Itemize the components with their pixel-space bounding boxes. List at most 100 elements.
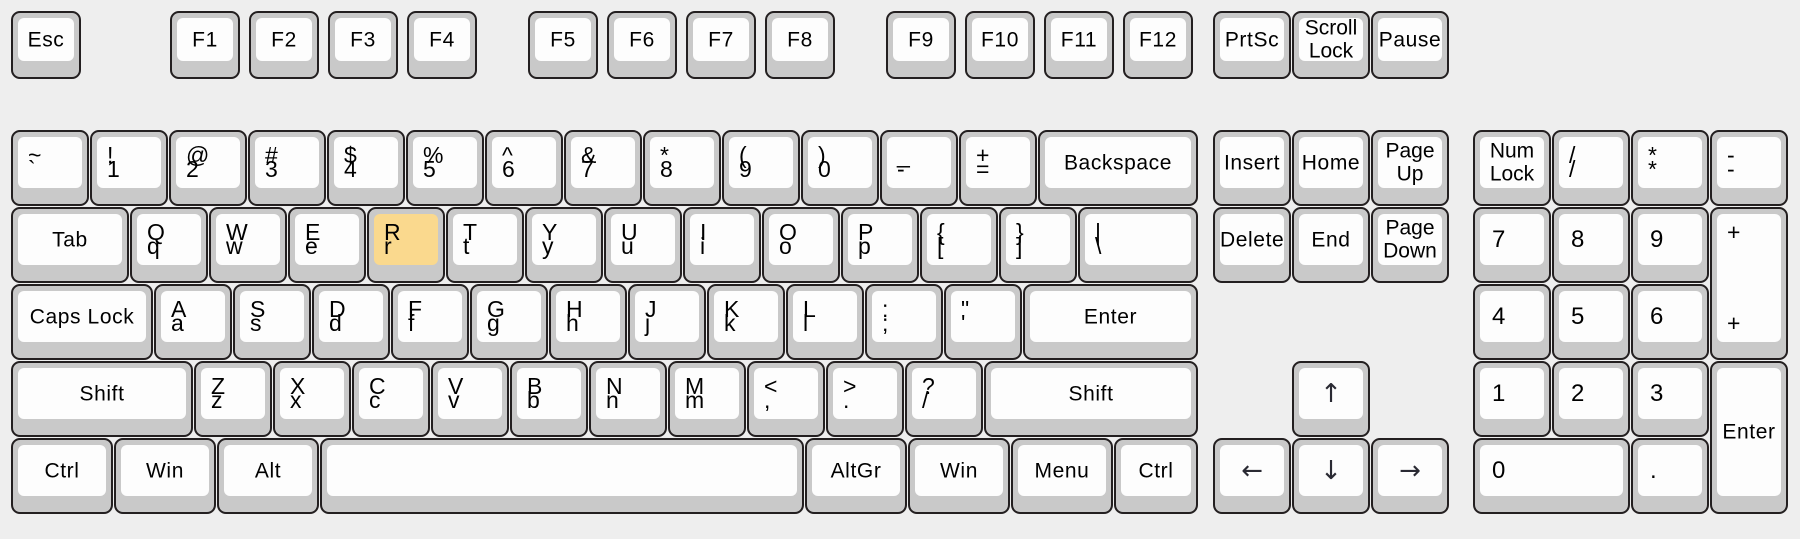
key-num-4[interactable]: 4 (1473, 284, 1551, 360)
key-num-5[interactable]: 5 (1552, 284, 1630, 360)
key-menu[interactable]: Menu (1011, 438, 1113, 514)
key-5[interactable]: % 5 (406, 130, 484, 206)
key-k[interactable]: Kk (707, 284, 785, 360)
key-num-plus[interactable]: + + (1710, 207, 1788, 360)
key-num-lock[interactable]: Num Lock (1473, 130, 1551, 206)
key-left-ctrl[interactable]: Ctrl (11, 438, 113, 514)
key-f2[interactable]: F2 (249, 11, 319, 79)
key-right-shift[interactable]: Shift (984, 361, 1198, 437)
key-num-7[interactable]: 7 (1473, 207, 1551, 283)
key-insert[interactable]: Insert (1213, 130, 1291, 206)
key-arrow-right[interactable]: → (1371, 438, 1449, 514)
key-u[interactable]: Uu (604, 207, 682, 283)
key-num-1[interactable]: 1 (1473, 361, 1551, 437)
key-page-up[interactable]: Page Up (1371, 130, 1449, 206)
key-l[interactable]: Ll (786, 284, 864, 360)
key-v[interactable]: Vv (431, 361, 509, 437)
key-0[interactable]: ) 0 (801, 130, 879, 206)
key-num-6[interactable]: 6 (1631, 284, 1709, 360)
key-f10[interactable]: F10 (965, 11, 1035, 79)
key-i[interactable]: Ii (683, 207, 761, 283)
key-f3[interactable]: F3 (328, 11, 398, 79)
key-enter[interactable]: Enter (1023, 284, 1198, 360)
key-f5[interactable]: F5 (528, 11, 598, 79)
key-home[interactable]: Home (1292, 130, 1370, 206)
key-num-divide[interactable]: / / (1552, 130, 1630, 206)
key-left-bracket[interactable]: {[ (920, 207, 998, 283)
key-f4[interactable]: F4 (407, 11, 477, 79)
key-num-multiply[interactable]: * * (1631, 130, 1709, 206)
key-arrow-down[interactable]: ↓ (1292, 438, 1370, 514)
key-caps-lock[interactable]: Caps Lock (11, 284, 153, 360)
key-f1[interactable]: F1 (170, 11, 240, 79)
key-4[interactable]: $4 (327, 130, 405, 206)
key-minus[interactable]: _ - (880, 130, 958, 206)
key-f7[interactable]: F7 (686, 11, 756, 79)
key-left-win[interactable]: Win (114, 438, 216, 514)
key-r[interactable]: Rr (367, 207, 445, 283)
key-h[interactable]: Hh (549, 284, 627, 360)
key-f9[interactable]: F9 (886, 11, 956, 79)
key-altgr[interactable]: AltGr (805, 438, 907, 514)
key-scroll-lock[interactable]: Scroll Lock (1292, 11, 1370, 79)
key-f11[interactable]: F11 (1044, 11, 1114, 79)
key-j[interactable]: Jj (628, 284, 706, 360)
key-num-0[interactable]: 0 (1473, 438, 1630, 514)
key-num-minus[interactable]: -- (1710, 130, 1788, 206)
key-f12[interactable]: F12 (1123, 11, 1193, 79)
key-esc[interactable]: Esc (11, 11, 81, 79)
key-equal[interactable]: + = (959, 130, 1037, 206)
key-t[interactable]: Tt (446, 207, 524, 283)
key-slash[interactable]: ? / (905, 361, 983, 437)
key-comma[interactable]: <, (747, 361, 825, 437)
key-left-shift[interactable]: Shift (11, 361, 193, 437)
key-p[interactable]: Pp (841, 207, 919, 283)
key-q[interactable]: Qq (130, 207, 208, 283)
key-8[interactable]: * 8 (643, 130, 721, 206)
key-tab[interactable]: Tab (11, 207, 129, 283)
key-num-9[interactable]: 9 (1631, 207, 1709, 283)
key-num-8[interactable]: 8 (1552, 207, 1630, 283)
key-7[interactable]: & 7 (564, 130, 642, 206)
key-pause[interactable]: Pause (1371, 11, 1449, 79)
key-backslash[interactable]: | \ (1078, 207, 1198, 283)
key-9[interactable]: (9 (722, 130, 800, 206)
key-page-down[interactable]: Page Down (1371, 207, 1449, 283)
key-3[interactable]: #3 (248, 130, 326, 206)
key-printscreen[interactable]: PrtSc (1213, 11, 1291, 79)
key-right-bracket[interactable]: }] (999, 207, 1077, 283)
key-right-win[interactable]: Win (908, 438, 1010, 514)
key-end[interactable]: End (1292, 207, 1370, 283)
key-m[interactable]: Mm (668, 361, 746, 437)
key-left-alt[interactable]: Alt (217, 438, 319, 514)
key-o[interactable]: Oo (762, 207, 840, 283)
key-arrow-up[interactable]: ↑ (1292, 361, 1370, 437)
key-c[interactable]: Cc (352, 361, 430, 437)
key-z[interactable]: Zz (194, 361, 272, 437)
key-delete[interactable]: Delete (1213, 207, 1291, 283)
key-num-period[interactable]: . (1631, 438, 1709, 514)
key-1[interactable]: ! 1 (90, 130, 168, 206)
key-w[interactable]: Ww (209, 207, 287, 283)
key-right-ctrl[interactable]: Ctrl (1114, 438, 1198, 514)
key-g[interactable]: Gg (470, 284, 548, 360)
key-num-enter[interactable]: Enter (1710, 361, 1788, 514)
key-backtick[interactable]: ~ ` (11, 130, 89, 206)
key-backspace[interactable]: Backspace (1038, 130, 1198, 206)
key-period[interactable]: >. (826, 361, 904, 437)
key-2[interactable]: @2 (169, 130, 247, 206)
key-num-2[interactable]: 2 (1552, 361, 1630, 437)
key-f[interactable]: Ff (391, 284, 469, 360)
key-semicolon[interactable]: :; (865, 284, 943, 360)
key-e[interactable]: Ee (288, 207, 366, 283)
key-s[interactable]: Ss (233, 284, 311, 360)
key-b[interactable]: Bb (510, 361, 588, 437)
key-f6[interactable]: F6 (607, 11, 677, 79)
key-d[interactable]: Dd (312, 284, 390, 360)
key-a[interactable]: Aa (154, 284, 232, 360)
key-x[interactable]: Xx (273, 361, 351, 437)
key-arrow-left[interactable]: ← (1213, 438, 1291, 514)
key-f8[interactable]: F8 (765, 11, 835, 79)
key-space[interactable] (320, 438, 804, 514)
key-n[interactable]: Nn (589, 361, 667, 437)
